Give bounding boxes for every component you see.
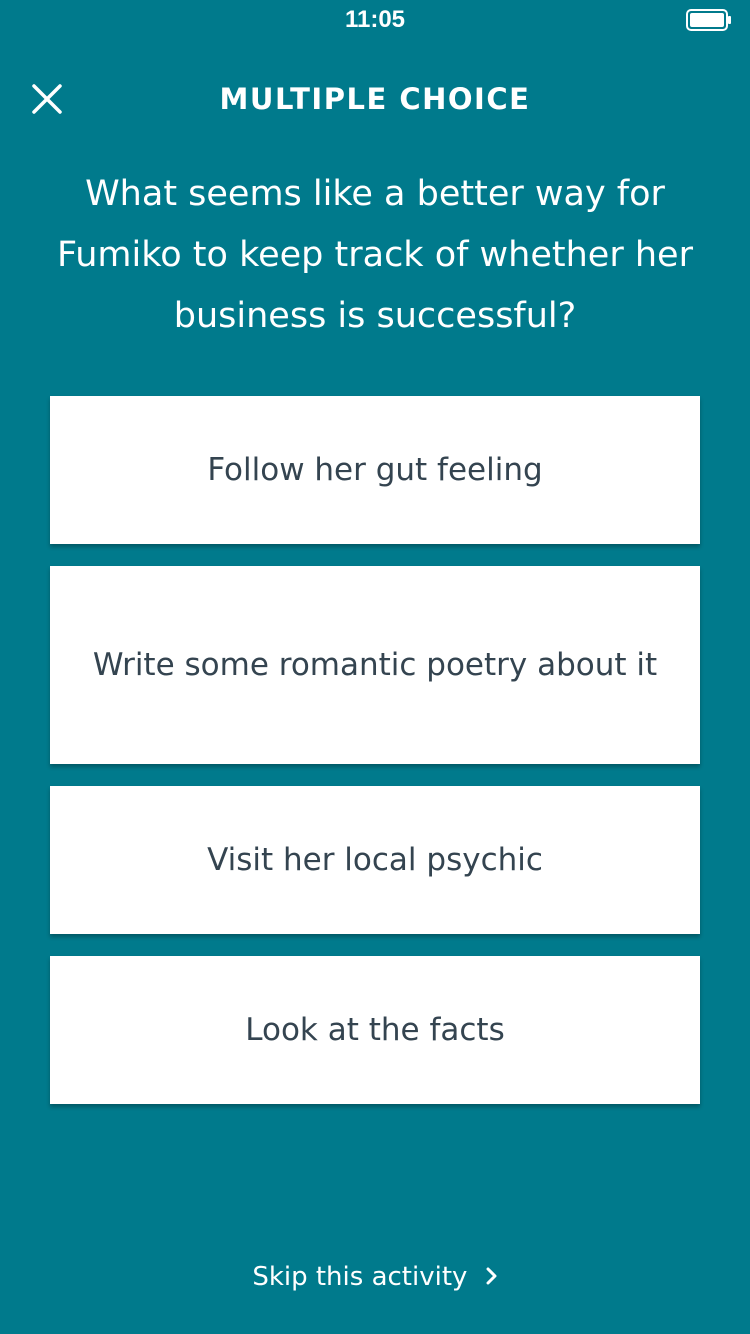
choice-list: Follow her gut feeling Write some romant… [50, 396, 700, 1126]
skip-activity-link[interactable]: Skip this activity [0, 1262, 750, 1293]
battery-full-icon [686, 9, 732, 31]
choice-label: Follow her gut feeling [207, 452, 543, 488]
status-bar: 11:05 [0, 0, 750, 40]
page-title: MULTIPLE CHOICE [219, 82, 531, 116]
choice-option-romantic-poetry[interactable]: Write some romantic poetry about it [50, 566, 700, 764]
question-text: What seems like a better way for Fumiko … [57, 174, 693, 336]
choice-label: Visit her local psychic [207, 842, 543, 878]
chevron-right-icon [486, 1263, 498, 1293]
status-time: 11:05 [344, 6, 406, 33]
choice-label: Look at the facts [245, 1012, 505, 1048]
header: MULTIPLE CHOICE [0, 60, 750, 140]
choice-option-look-at-facts[interactable]: Look at the facts [50, 956, 700, 1104]
choice-option-gut-feeling[interactable]: Follow her gut feeling [50, 396, 700, 544]
choice-option-local-psychic[interactable]: Visit her local psychic [50, 786, 700, 934]
skip-activity-label: Skip this activity [252, 1262, 468, 1292]
choice-label: Write some romantic poetry about it [92, 647, 658, 683]
